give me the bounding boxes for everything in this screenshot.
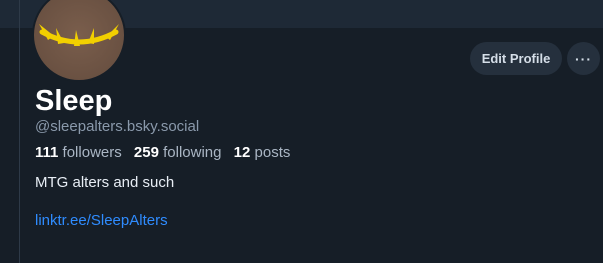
edit-profile-button[interactable]: Edit Profile [470,42,562,75]
posts-label: posts [254,144,291,161]
profile-stats: 111 followers 259 following 12 posts [35,144,298,161]
profile-bio: MTG alters and such [35,174,175,191]
following-stat[interactable]: 259 following [134,144,222,161]
more-options-button[interactable]: ··· [567,42,600,75]
profile-link[interactable]: linktr.ee/SleepAlters [35,212,168,229]
column-divider [19,0,20,263]
followers-stat[interactable]: 111 followers [35,144,122,161]
posts-count: 12 [233,144,251,161]
closed-eye-icon [39,24,119,46]
display-name: Sleep [35,85,113,117]
posts-stat: 12 posts [234,144,291,161]
ellipsis-icon: ··· [575,50,592,67]
avatar[interactable] [32,0,126,82]
followers-label: followers [62,144,122,161]
followers-count: 111 [35,144,59,161]
profile-handle: @sleepalters.bsky.social [35,118,200,135]
following-label: following [163,144,222,161]
following-count: 259 [133,144,159,161]
